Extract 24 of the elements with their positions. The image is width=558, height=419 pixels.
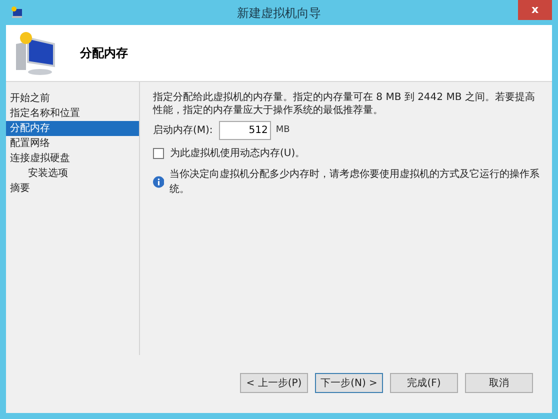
nav-item[interactable]: 分配内存 — [6, 121, 139, 136]
dynamic-memory-label: 为此虚拟机使用动态内存(U)。 — [170, 146, 306, 161]
nav-item[interactable]: 指定名称和位置 — [6, 106, 139, 121]
nav-item[interactable]: 配置网络 — [6, 136, 139, 151]
app-icon — [10, 6, 24, 19]
window-title: 新建虚拟机向导 — [237, 4, 321, 22]
wizard-button[interactable]: 取消 — [465, 373, 533, 393]
description-text: 指定分配给此虚拟机的内存量。指定的内存量可在 8 MB 到 2442 MB 之间。若要提高性能，指定的内存量应大于操作系统的最低推荐量。 — [153, 91, 536, 117]
info-text: 当你决定向虚拟机分配多少内存时，请考虑你要使用虚拟机的方式及它运行的操作系统。 — [169, 168, 540, 197]
dynamic-memory-checkbox[interactable] — [153, 148, 164, 159]
startup-memory-label: 启动内存(M): — [153, 124, 213, 138]
nav-item[interactable]: 连接虚拟硬盘 — [6, 151, 139, 166]
nav-item[interactable]: 安装选项 — [6, 166, 139, 181]
computer-icon — [14, 30, 58, 76]
nav-item[interactable]: 摘要 — [6, 181, 139, 196]
close-button[interactable]: x — [518, 0, 552, 20]
wizard-button[interactable]: 完成(F) — [390, 373, 458, 393]
page-heading: 分配内存 — [80, 45, 128, 62]
startup-memory-field[interactable]: 512 — [218, 121, 271, 140]
info-icon — [153, 176, 164, 188]
nav-item[interactable]: 开始之前 — [6, 91, 139, 106]
unit-label: MB — [276, 124, 290, 137]
wizard-button[interactable]: 下一步(N) > — [315, 373, 383, 393]
wizard-button[interactable]: < 上一步(P) — [240, 373, 308, 393]
